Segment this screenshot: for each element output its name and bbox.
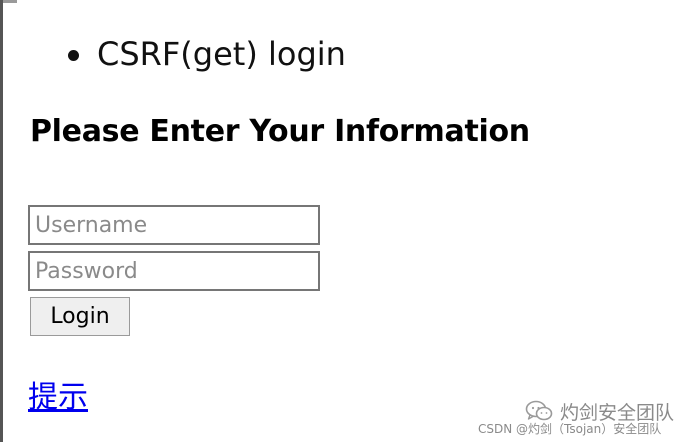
window-left-border: [0, 0, 3, 442]
watermark-credit: CSDN @灼剑（Tsojan）安全团队: [478, 422, 662, 436]
username-input[interactable]: [28, 205, 320, 245]
breadcrumb: CSRF(get) login: [68, 30, 346, 78]
bullet-icon: [68, 49, 79, 61]
password-input[interactable]: [28, 251, 320, 291]
window-top-edge: [3, 0, 17, 3]
wechat-icon: [525, 400, 553, 421]
hint-link[interactable]: 提示: [28, 372, 88, 416]
page: CSRF(get) login Please Enter Your Inform…: [0, 0, 682, 442]
breadcrumb-item: CSRF(get) login: [97, 35, 346, 73]
form-heading: Please Enter Your Information: [30, 114, 530, 149]
login-button[interactable]: Login: [30, 297, 130, 336]
